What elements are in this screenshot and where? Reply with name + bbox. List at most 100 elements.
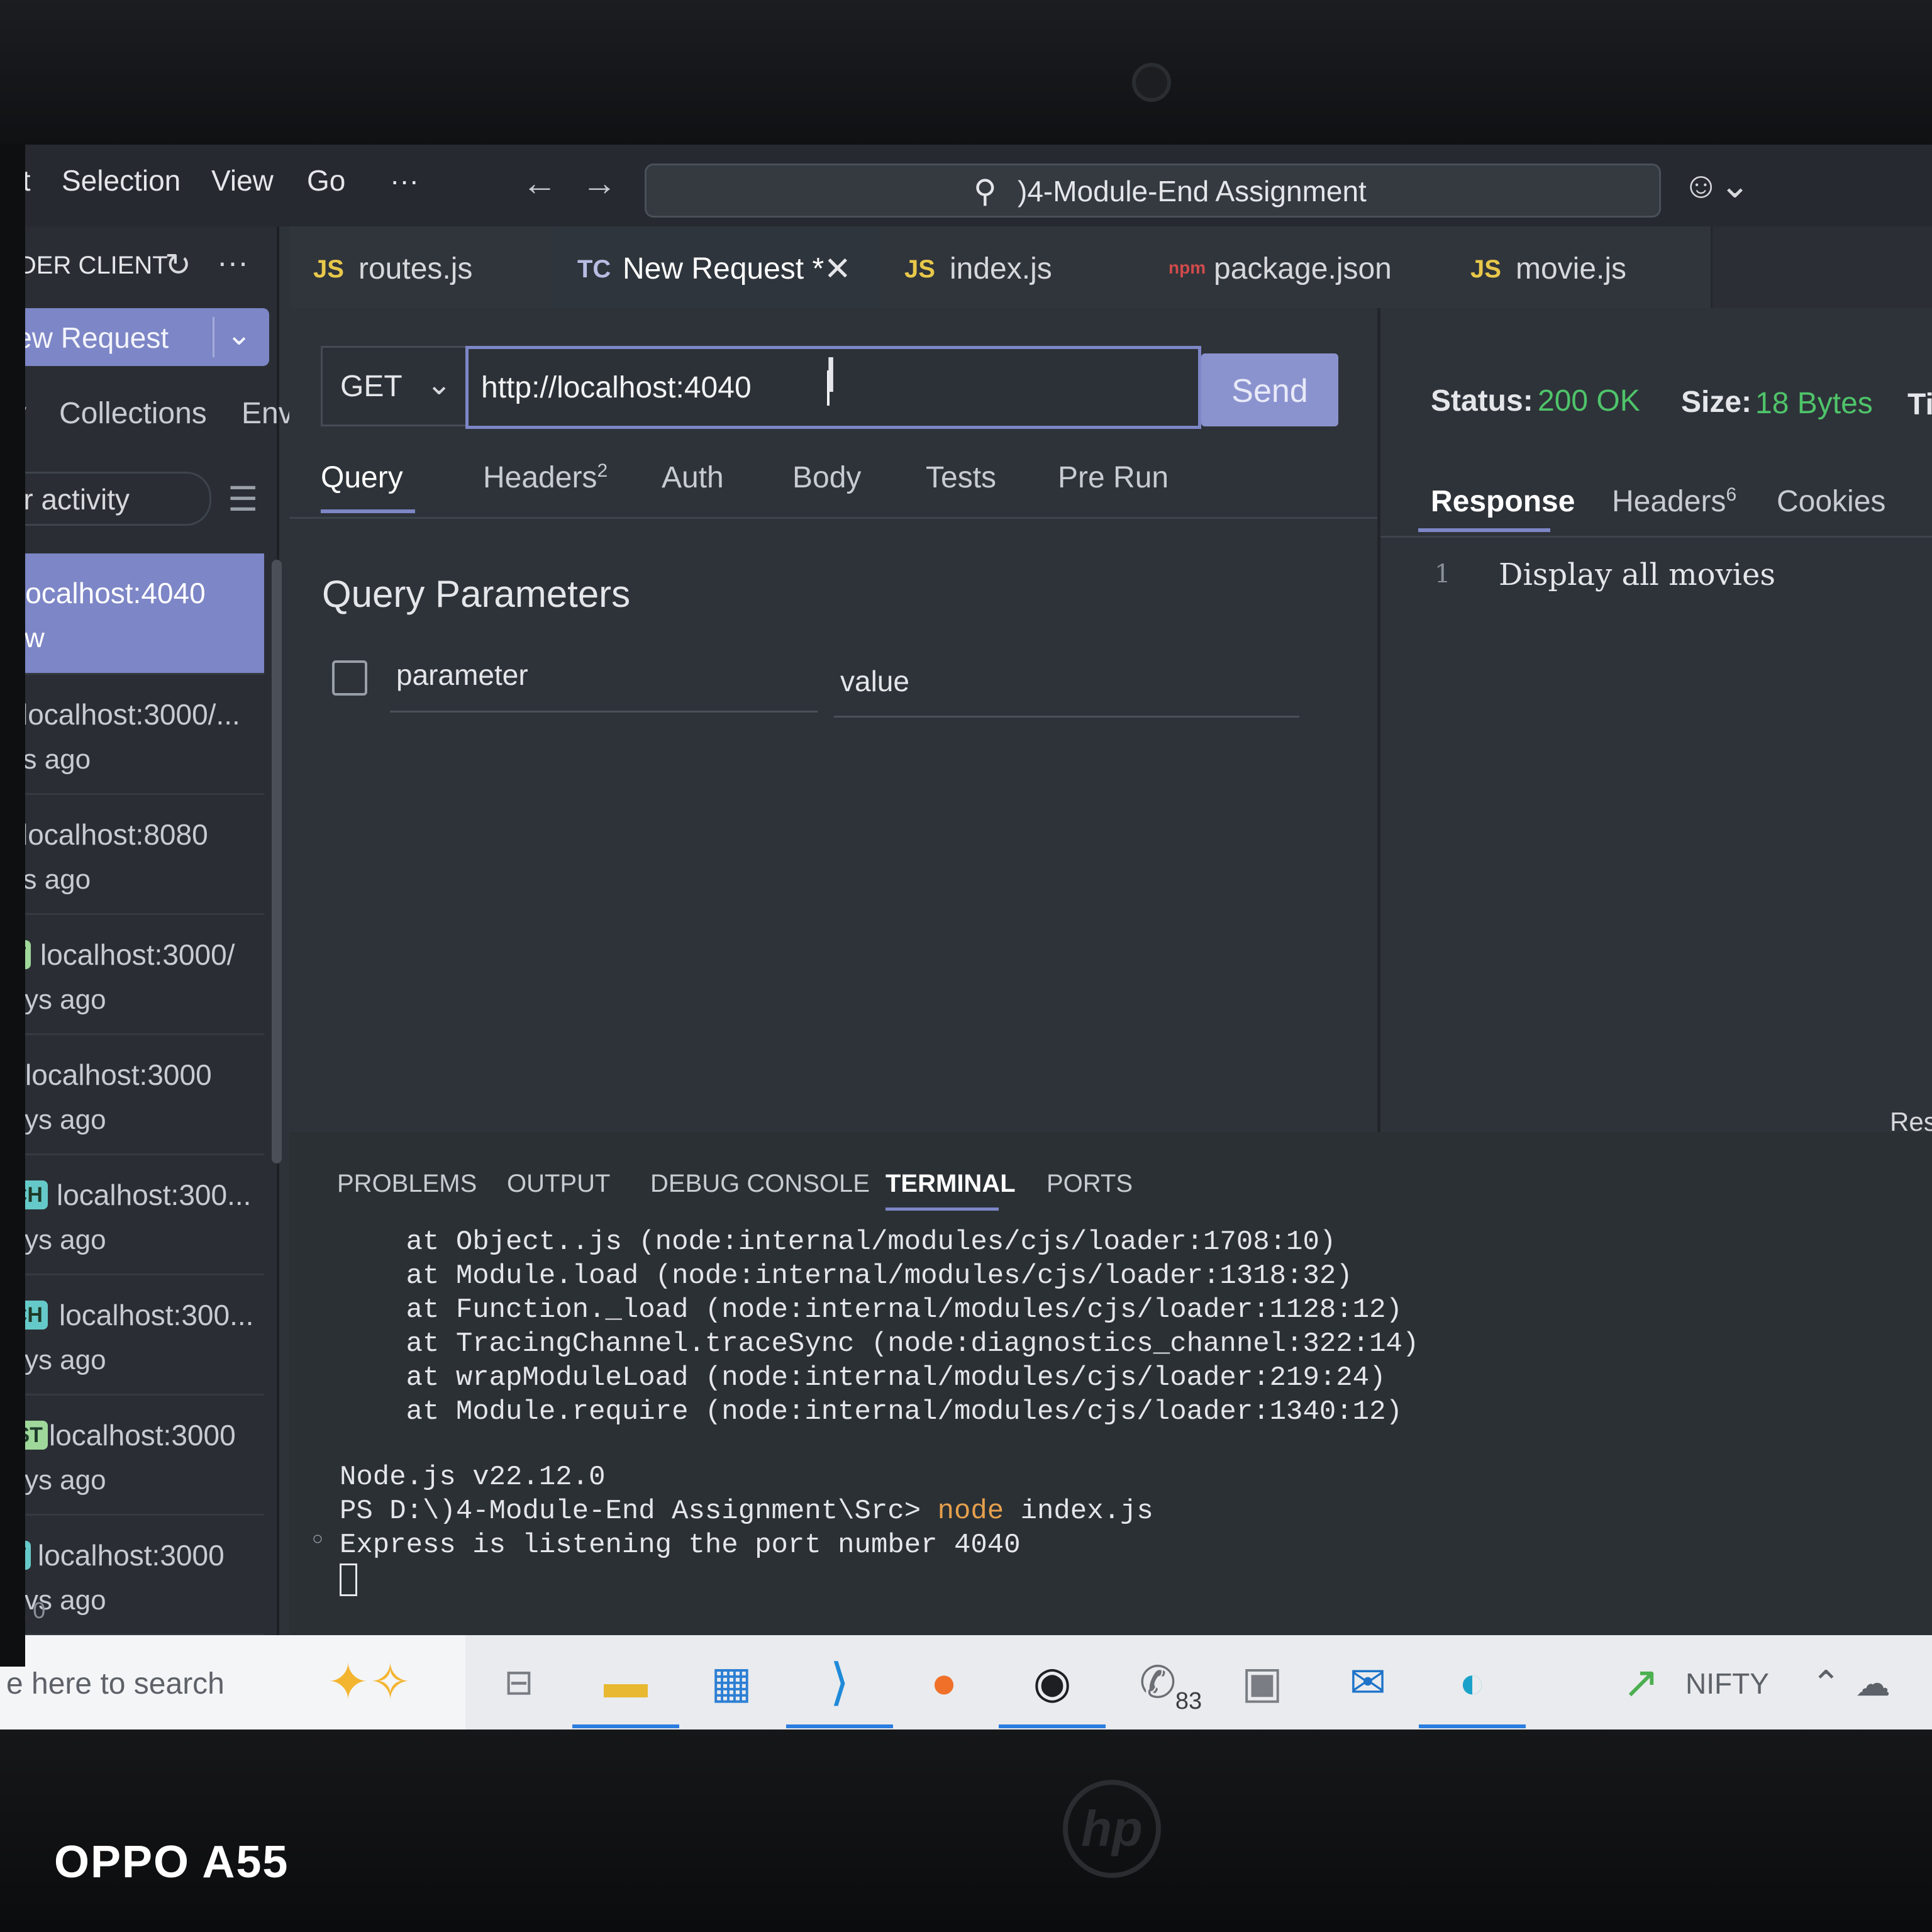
tab-body[interactable]: Body <box>792 460 861 495</box>
tab-routes-js[interactable]: JS routes.js <box>289 226 555 308</box>
request-url: localhost:3000 <box>49 1419 236 1452</box>
response-body: Display all movies <box>1499 557 1776 592</box>
stock-chart-icon[interactable]: ↗ <box>1623 1657 1660 1708</box>
github-icon[interactable]: ◉ <box>999 1654 1106 1728</box>
javascript-file-icon: JS <box>904 255 935 283</box>
url-text: http://localhost:4040 <box>481 371 752 404</box>
filter-activity-input[interactable]: ter activity <box>0 472 211 526</box>
list-item[interactable]: localhost:8080 ays ago <box>0 795 264 915</box>
tab-package-json[interactable]: npm package.json <box>1145 226 1448 308</box>
chevron-down-icon[interactable]: ⌄ <box>226 317 252 352</box>
tab-headers[interactable]: Headers2 <box>483 460 608 495</box>
microsoft-store-icon[interactable]: ▦ <box>703 1654 760 1711</box>
tab-new-request[interactable]: TC New Request * ✕ <box>553 226 882 308</box>
terminal-output[interactable]: at Object..js (node:internal/modules/cjs… <box>312 1226 1849 1597</box>
tab-index-js[interactable]: JS index.js <box>880 226 1146 308</box>
tab-response-headers[interactable]: Headers6 <box>1612 484 1736 519</box>
back-arrow-icon[interactable]: ← <box>522 162 557 203</box>
npm-icon: npm <box>1169 258 1206 277</box>
send-button[interactable]: Send <box>1201 353 1338 426</box>
hp-logo: hp <box>1063 1780 1161 1878</box>
menu-selection[interactable]: Selection <box>62 164 180 197</box>
parameter-input[interactable]: parameter <box>396 658 528 692</box>
command-text: node <box>937 1496 1004 1527</box>
menu-more[interactable]: ··· <box>390 164 419 197</box>
whatsapp-icon[interactable]: ✆ 83 <box>1130 1654 1208 1717</box>
laptop-bezel-bottom <box>0 1729 1932 1932</box>
tab-collections[interactable]: Collections <box>59 396 207 431</box>
webcam <box>1132 63 1171 102</box>
tab-auth[interactable]: Auth <box>662 460 724 495</box>
editor-tabs: JS routes.js TC New Request * ✕ JS index… <box>289 226 1932 308</box>
tab-ports[interactable]: PORTS <box>1046 1170 1133 1198</box>
list-item[interactable]: localhost:4040 now <box>0 553 264 675</box>
tab-terminal[interactable]: TERMINAL <box>886 1170 1016 1198</box>
status-label: Status: <box>1431 384 1533 418</box>
taskbar-search-placeholder: e here to search <box>6 1667 225 1701</box>
value-input[interactable]: value <box>840 664 909 698</box>
new-request-label: New Request <box>0 321 169 354</box>
method-label: GET <box>340 370 402 403</box>
list-item[interactable]: localhost:3000/... ays ago <box>0 675 264 795</box>
tab-response[interactable]: Response <box>1431 484 1575 519</box>
firefox-icon[interactable]: ● <box>916 1654 972 1711</box>
list-item[interactable]: TCH localhost:300... days ago <box>0 1275 264 1396</box>
task-view-icon[interactable]: ⊟ <box>491 1654 547 1711</box>
menu-go[interactable]: Go <box>307 164 345 197</box>
refresh-icon[interactable]: ↻ <box>165 247 191 283</box>
tab-problems[interactable]: PROBLEMS <box>337 1170 477 1198</box>
tab-response-headers-label: Headers <box>1612 485 1726 518</box>
list-item[interactable]: TCH localhost:300... days ago <box>0 1155 264 1275</box>
circle-icon: ○ <box>312 1530 324 1551</box>
edge-icon[interactable]: ◐ <box>1419 1654 1526 1728</box>
terminal-cursor <box>340 1563 357 1596</box>
tab-query[interactable]: Query <box>321 460 403 495</box>
discord-icon[interactable]: ▣ <box>1234 1654 1291 1711</box>
tab-debug-console[interactable]: DEBUG CONSOLE <box>650 1170 870 1198</box>
menu-view[interactable]: View <box>211 164 274 197</box>
vscode-icon[interactable]: ⟩ <box>786 1654 893 1728</box>
sidebar-scrollbar[interactable] <box>272 560 282 1163</box>
response-headers-count: 6 <box>1726 484 1737 505</box>
list-item[interactable]: ST localhost:3000/ days ago <box>0 915 264 1035</box>
windows-taskbar: e here to search ✦✧ ⊟ ▬ ▦ ⟩ ● ◉ ✆ 83 ▣ ✉ … <box>0 1635 1932 1729</box>
tab-label: New Request * <box>623 252 824 286</box>
method-select[interactable]: GET ⌄ <box>321 346 469 426</box>
more-icon[interactable]: ··· <box>217 244 248 280</box>
outlook-icon[interactable]: ✉ <box>1340 1654 1396 1711</box>
cloud-icon[interactable]: ☁ <box>1855 1663 1890 1704</box>
tab-movie-js[interactable]: JS movie.js <box>1446 226 1713 308</box>
tab-pre-run[interactable]: Pre Run <box>1058 460 1169 495</box>
sparkle-icon[interactable]: ✦✧ <box>327 1653 411 1711</box>
param-checkbox[interactable] <box>332 660 367 696</box>
taskbar-search[interactable]: e here to search ✦✧ <box>0 1635 465 1729</box>
thunder-client-sidebar: NDER CLIENT ↻ ··· New Request ⌄ ity Coll… <box>0 226 294 1636</box>
tab-env[interactable]: Env <box>242 396 294 431</box>
tab-cookies[interactable]: Cookies <box>1777 484 1885 519</box>
tab-label: movie.js <box>1516 252 1627 286</box>
send-label: Send <box>1231 373 1308 409</box>
tab-output[interactable]: OUTPUT <box>507 1170 610 1198</box>
node-version-line: Node.js v22.12.0 <box>340 1462 606 1493</box>
size-label: Size: <box>1681 386 1752 419</box>
camera-watermark: OPPO A55 <box>54 1837 289 1887</box>
tab-tests[interactable]: Tests <box>926 460 996 495</box>
javascript-file-icon: JS <box>1470 255 1501 283</box>
copilot-icon[interactable]: ☺⌄ <box>1682 164 1750 206</box>
new-request-button[interactable]: New Request ⌄ <box>0 308 269 366</box>
menu-lines-icon[interactable]: ☰ <box>228 479 258 519</box>
command-center-search[interactable]: ⚲ )4-Module-End Assignment <box>645 164 1661 218</box>
menu-bar: dit Selection View Go ··· ← → ⚲ )4-Modul… <box>0 145 1932 226</box>
nifty-widget[interactable]: NIFTY <box>1685 1667 1769 1701</box>
sidebar-title: NDER CLIENT <box>0 252 168 279</box>
forward-arrow-icon[interactable]: → <box>582 162 617 203</box>
tab-label: package.json <box>1214 252 1392 286</box>
list-item[interactable]: T localhost:3000 days ago <box>0 1035 264 1155</box>
request-url: localhost:300... <box>59 1299 254 1331</box>
file-explorer-icon[interactable]: ▬ <box>572 1654 679 1728</box>
request-url: localhost:8080 <box>21 818 208 851</box>
list-item[interactable]: OST localhost:3000 days ago <box>0 1396 264 1516</box>
chevron-up-icon[interactable]: ⌃ <box>1811 1663 1841 1704</box>
close-icon[interactable]: ✕ <box>824 250 852 288</box>
request-url: localhost:3000/... <box>21 698 240 731</box>
